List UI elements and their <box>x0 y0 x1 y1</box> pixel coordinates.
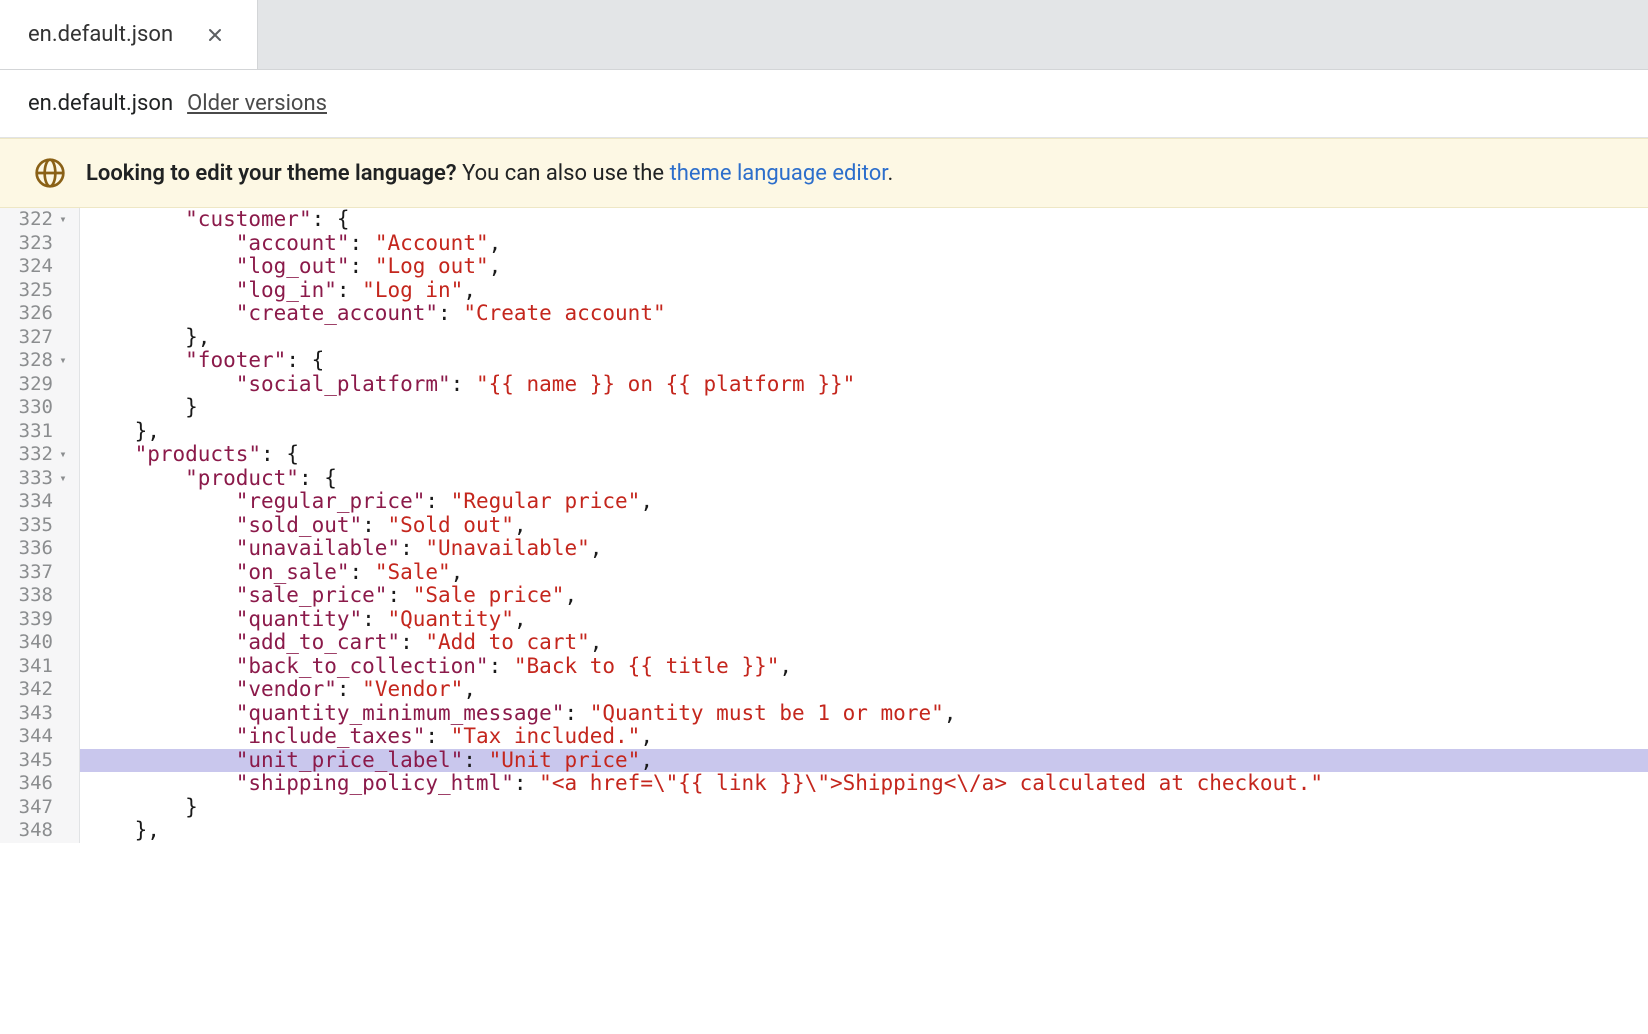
fold-arrow-icon[interactable]: ▾ <box>57 349 69 373</box>
code-line[interactable]: "footer": { <box>80 349 1648 373</box>
gutter-line: 337 <box>0 561 73 585</box>
code-line[interactable]: "add_to_cart": "Add to cart", <box>80 631 1648 655</box>
tab-label: en.default.json <box>28 22 173 47</box>
close-icon[interactable] <box>201 21 229 49</box>
gutter-line: 328▾ <box>0 349 73 373</box>
gutter-line: 342 <box>0 678 73 702</box>
code-area[interactable]: "customer": { "account": "Account", "log… <box>80 208 1648 843</box>
theme-language-editor-link[interactable]: theme language editor <box>670 161 888 186</box>
banner-text: Looking to edit your theme language? You… <box>86 161 893 186</box>
code-line[interactable]: }, <box>80 819 1648 843</box>
gutter-line: 332▾ <box>0 443 73 467</box>
older-versions-link[interactable]: Older versions <box>187 91 327 116</box>
gutter-line: 323 <box>0 232 73 256</box>
fold-arrow-icon[interactable]: ▾ <box>57 208 69 232</box>
gutter-line: 338 <box>0 584 73 608</box>
code-line[interactable]: "create_account": "Create account" <box>80 302 1648 326</box>
gutter-line: 327 <box>0 326 73 350</box>
gutter-line: 343 <box>0 702 73 726</box>
gutter-line: 339 <box>0 608 73 632</box>
banner-after: . <box>887 161 893 186</box>
tab-bar: en.default.json <box>0 0 1648 70</box>
gutter-line: 324 <box>0 255 73 279</box>
code-line[interactable]: "customer": { <box>80 208 1648 232</box>
gutter-line: 333▾ <box>0 467 73 491</box>
code-line[interactable]: "shipping_policy_html": "<a href=\"{{ li… <box>80 772 1648 796</box>
code-line[interactable]: "unit_price_label": "Unit price", <box>80 749 1648 773</box>
globe-icon <box>34 157 66 189</box>
code-line[interactable]: "unavailable": "Unavailable", <box>80 537 1648 561</box>
breadcrumb-filename: en.default.json <box>28 91 173 116</box>
fold-arrow-icon[interactable]: ▾ <box>57 443 69 467</box>
gutter-line: 331 <box>0 420 73 444</box>
code-line[interactable]: "quantity": "Quantity", <box>80 608 1648 632</box>
gutter-line: 345 <box>0 749 73 773</box>
gutter-line: 326 <box>0 302 73 326</box>
code-line[interactable]: "quantity_minimum_message": "Quantity mu… <box>80 702 1648 726</box>
gutter-line: 346 <box>0 772 73 796</box>
info-banner: Looking to edit your theme language? You… <box>0 138 1648 208</box>
code-line[interactable]: "on_sale": "Sale", <box>80 561 1648 585</box>
code-line[interactable]: } <box>80 396 1648 420</box>
code-line[interactable]: "vendor": "Vendor", <box>80 678 1648 702</box>
code-editor[interactable]: 322▾323324325326327328▾329330331332▾333▾… <box>0 208 1648 843</box>
code-line[interactable]: "regular_price": "Regular price", <box>80 490 1648 514</box>
gutter-line: 341 <box>0 655 73 679</box>
code-line[interactable]: "back_to_collection": "Back to {{ title … <box>80 655 1648 679</box>
banner-middle: You can also use the <box>457 161 670 186</box>
code-line[interactable]: }, <box>80 326 1648 350</box>
gutter-line: 336 <box>0 537 73 561</box>
code-line[interactable]: } <box>80 796 1648 820</box>
breadcrumb: en.default.json Older versions <box>0 70 1648 138</box>
code-line[interactable]: "log_in": "Log in", <box>80 279 1648 303</box>
gutter-line: 334 <box>0 490 73 514</box>
banner-strong: Looking to edit your theme language? <box>86 161 457 186</box>
gutter-line: 325 <box>0 279 73 303</box>
code-line[interactable]: "sold_out": "Sold out", <box>80 514 1648 538</box>
tab-file[interactable]: en.default.json <box>0 0 258 69</box>
code-line[interactable]: "include_taxes": "Tax included.", <box>80 725 1648 749</box>
code-line[interactable]: "products": { <box>80 443 1648 467</box>
gutter-line: 335 <box>0 514 73 538</box>
gutter-line: 347 <box>0 796 73 820</box>
code-line[interactable]: "account": "Account", <box>80 232 1648 256</box>
gutter-line: 322▾ <box>0 208 73 232</box>
fold-arrow-icon[interactable]: ▾ <box>57 467 69 491</box>
gutter-line: 330 <box>0 396 73 420</box>
code-line[interactable]: "product": { <box>80 467 1648 491</box>
code-line[interactable]: }, <box>80 420 1648 444</box>
gutter-line: 348 <box>0 819 73 843</box>
code-line[interactable]: "sale_price": "Sale price", <box>80 584 1648 608</box>
code-line[interactable]: "log_out": "Log out", <box>80 255 1648 279</box>
gutter: 322▾323324325326327328▾329330331332▾333▾… <box>0 208 80 843</box>
gutter-line: 329 <box>0 373 73 397</box>
code-line[interactable]: "social_platform": "{{ name }} on {{ pla… <box>80 373 1648 397</box>
gutter-line: 344 <box>0 725 73 749</box>
gutter-line: 340 <box>0 631 73 655</box>
